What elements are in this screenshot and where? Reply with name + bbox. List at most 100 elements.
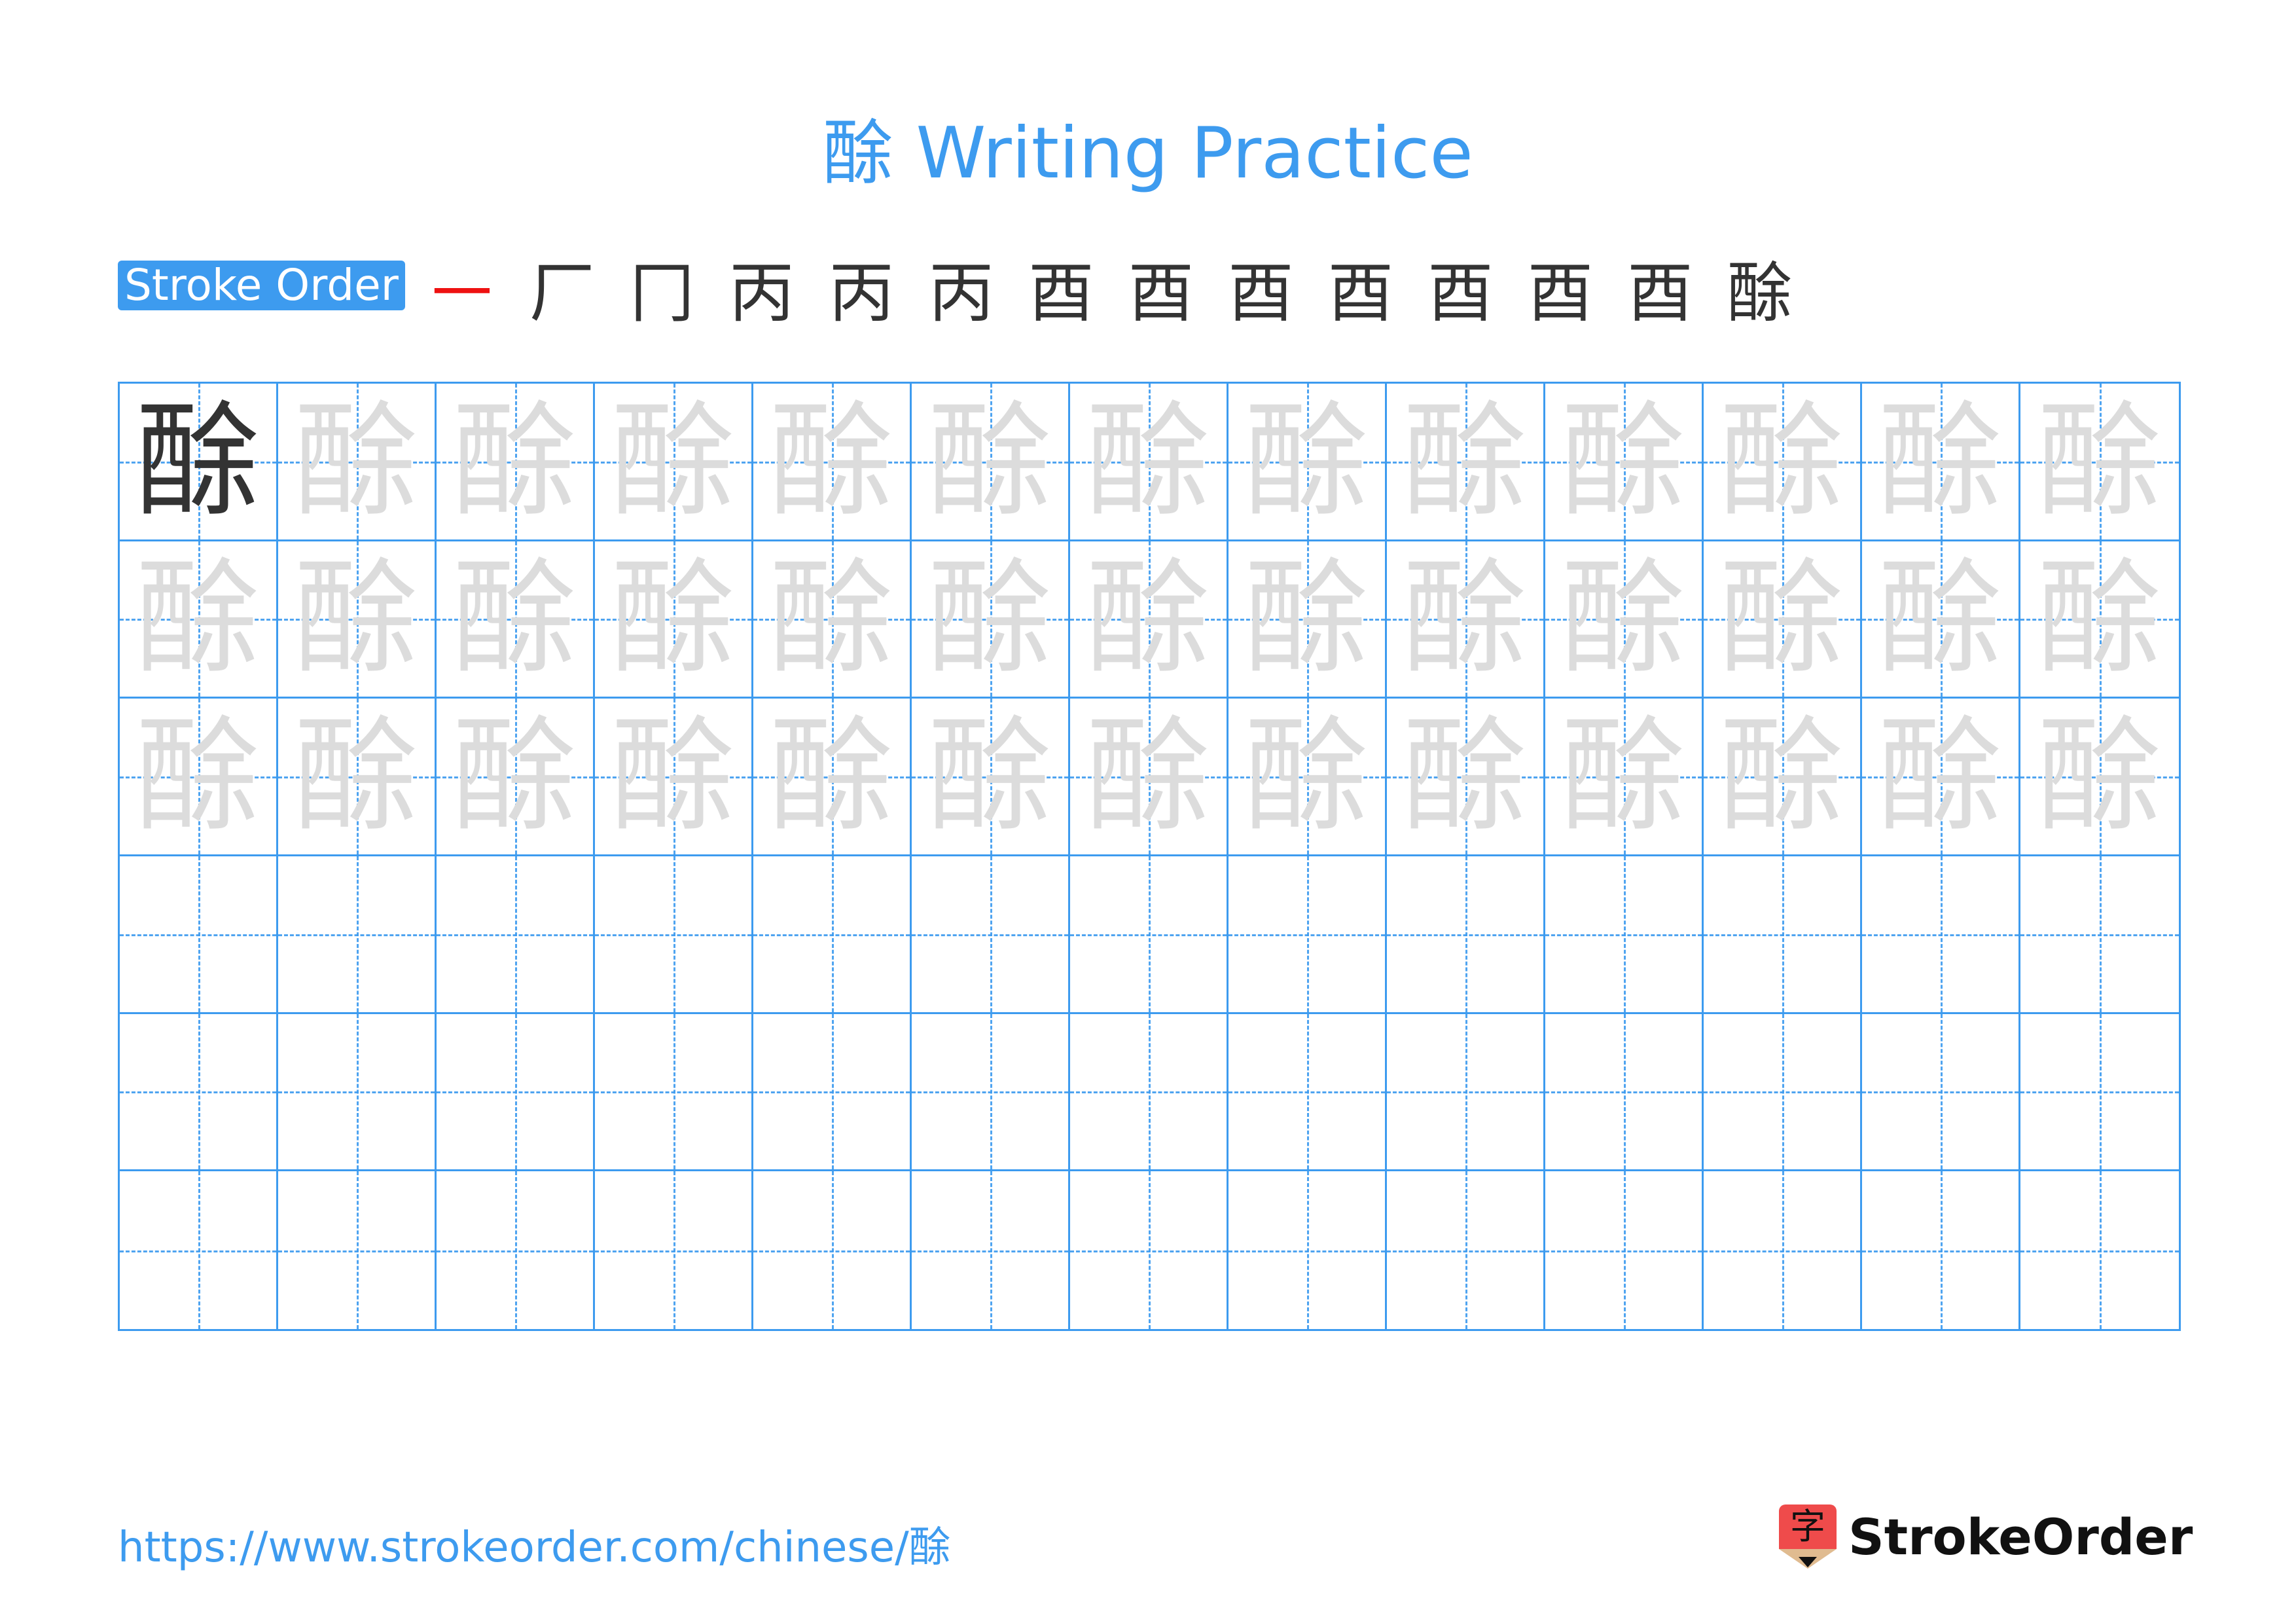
trace-character: 酴 (1561, 704, 1686, 849)
trace-character: 酴 (452, 388, 577, 534)
practice-cell[interactable]: 酴 (912, 384, 1070, 541)
stroke-step: 酉 (1627, 255, 1693, 331)
practice-cell[interactable] (1229, 1013, 1387, 1172)
practice-cell[interactable]: 酴 (1229, 384, 1387, 541)
trace-character: 酴 (927, 546, 1052, 691)
practice-cell[interactable] (120, 856, 278, 1014)
practice-cell[interactable] (1862, 1171, 2020, 1329)
practice-cell[interactable] (1545, 1171, 1704, 1329)
practice-cell[interactable] (912, 1013, 1070, 1172)
trace-character: 酴 (1561, 546, 1686, 691)
practice-cell[interactable] (120, 1171, 278, 1329)
practice-cell[interactable]: 酴 (1545, 699, 1704, 856)
practice-cell[interactable] (278, 1171, 437, 1329)
stroke-step: 酉 (1028, 255, 1094, 331)
practice-cell[interactable]: 酴 (437, 541, 595, 699)
practice-cell[interactable]: 酴 (1862, 699, 2020, 856)
practice-cell[interactable]: 酴 (278, 384, 437, 541)
practice-cell[interactable] (1387, 856, 1545, 1014)
practice-cell[interactable]: 酴 (753, 384, 912, 541)
practice-cell[interactable] (1862, 856, 2020, 1014)
stroke-step: ㇐ (429, 255, 495, 331)
practice-cell[interactable]: 酴 (1704, 699, 1862, 856)
practice-cell[interactable] (1545, 856, 1704, 1014)
practice-cell[interactable]: 酴 (278, 541, 437, 699)
practice-cell[interactable]: 酴 (437, 384, 595, 541)
practice-cell[interactable]: 酴 (753, 541, 912, 699)
practice-cell[interactable]: 酴 (1229, 699, 1387, 856)
practice-cell[interactable] (1387, 1013, 1545, 1172)
trace-character: 酴 (2037, 704, 2162, 849)
practice-cell[interactable]: 酴 (120, 541, 278, 699)
practice-cell[interactable] (753, 1013, 912, 1172)
practice-cell[interactable]: 酴 (1545, 541, 1704, 699)
footer-url-link[interactable]: https://www.strokeorder.com/chinese/酴 (118, 1514, 951, 1574)
practice-cell[interactable]: 酴 (1545, 384, 1704, 541)
practice-cell[interactable] (595, 1171, 753, 1329)
practice-cell[interactable] (595, 1013, 753, 1172)
practice-cell[interactable]: 酴 (1387, 699, 1545, 856)
practice-cell[interactable] (278, 1013, 437, 1172)
stroke-order-label: Stroke Order (118, 261, 405, 310)
practice-cell[interactable]: 酴 (1387, 541, 1545, 699)
practice-cell[interactable] (595, 856, 753, 1014)
practice-cell[interactable]: 酴 (1229, 541, 1387, 699)
practice-cell[interactable]: 酴 (2020, 541, 2179, 699)
practice-cell[interactable] (278, 856, 437, 1014)
practice-cell[interactable] (753, 856, 912, 1014)
practice-cell[interactable]: 酴 (753, 699, 912, 856)
practice-cell[interactable]: 酴 (912, 699, 1070, 856)
trace-character: 酴 (1561, 388, 1686, 534)
practice-cell[interactable] (1229, 856, 1387, 1014)
trace-character: 酴 (769, 388, 894, 534)
practice-cell[interactable]: 酴 (595, 541, 753, 699)
practice-cell[interactable] (120, 1013, 278, 1172)
practice-cell[interactable] (437, 856, 595, 1014)
practice-cell[interactable] (912, 1171, 1070, 1329)
practice-cell[interactable] (753, 1171, 912, 1329)
practice-cell[interactable] (2020, 856, 2179, 1014)
practice-cell[interactable]: 酴 (1387, 384, 1545, 541)
practice-cell[interactable]: 酴 (437, 699, 595, 856)
practice-cell[interactable] (1387, 1171, 1545, 1329)
trace-character: 酴 (135, 704, 260, 849)
practice-cell[interactable] (437, 1171, 595, 1329)
practice-cell[interactable] (1229, 1171, 1387, 1329)
stroke-order-steps: ㇐厂冂丙丙丙酉酉酉酉酉酉酉酴 (412, 254, 1810, 339)
practice-cell[interactable]: 酴 (1862, 384, 2020, 541)
practice-cell[interactable]: 酴 (120, 699, 278, 856)
practice-cell[interactable]: 酴 (2020, 384, 2179, 541)
trace-character: 酴 (294, 388, 419, 534)
practice-cell[interactable] (1704, 1171, 1862, 1329)
practice-cell[interactable]: 酴 (1070, 541, 1229, 699)
practice-cell[interactable]: 酴 (912, 541, 1070, 699)
practice-cell[interactable] (912, 856, 1070, 1014)
trace-character: 酴 (452, 704, 577, 849)
trace-character: 酴 (135, 546, 260, 691)
practice-cell[interactable] (1070, 1171, 1229, 1329)
practice-cell[interactable]: 酴 (1070, 699, 1229, 856)
practice-cell[interactable]: 酴 (278, 699, 437, 856)
practice-cell[interactable] (1704, 1013, 1862, 1172)
practice-cell[interactable]: 酴 (2020, 699, 2179, 856)
brand-logo[interactable]: 字 StrokeOrder (1779, 1504, 2193, 1569)
practice-cell[interactable] (1704, 856, 1862, 1014)
practice-cell[interactable]: 酴 (1862, 541, 2020, 699)
practice-cell[interactable] (2020, 1171, 2179, 1329)
practice-cell[interactable] (2020, 1013, 2179, 1172)
practice-cell[interactable]: 酴 (120, 384, 278, 541)
practice-cell[interactable]: 酴 (1070, 384, 1229, 541)
practice-cell[interactable]: 酴 (1704, 541, 1862, 699)
practice-cell[interactable] (1070, 856, 1229, 1014)
practice-cell[interactable] (1070, 1013, 1229, 1172)
practice-cell[interactable]: 酴 (595, 384, 753, 541)
stroke-step: 丙 (728, 255, 795, 331)
practice-cell[interactable]: 酴 (1704, 384, 1862, 541)
stroke-step: 冂 (629, 255, 695, 331)
practice-cell[interactable] (437, 1013, 595, 1172)
trace-character: 酴 (1719, 704, 1844, 849)
practice-cell[interactable]: 酴 (595, 699, 753, 856)
trace-character: 酴 (1244, 704, 1369, 849)
practice-cell[interactable] (1545, 1013, 1704, 1172)
practice-cell[interactable] (1862, 1013, 2020, 1172)
